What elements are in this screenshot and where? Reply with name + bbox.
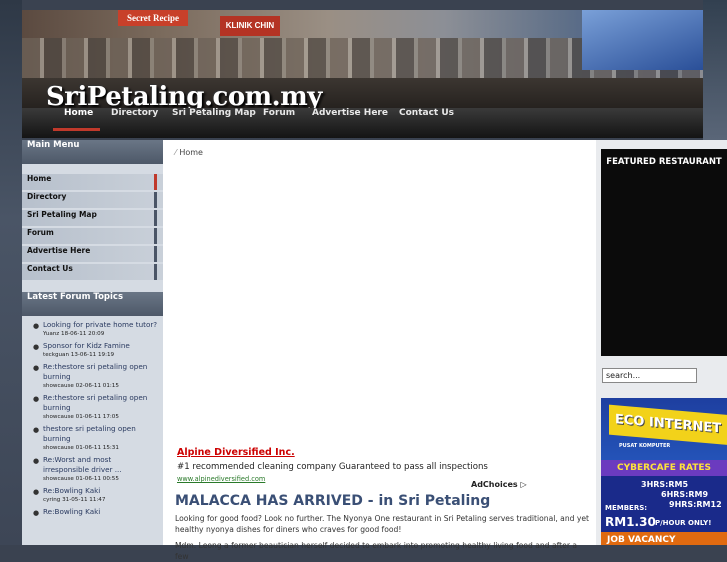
forum-topic-link[interactable]: Sponsor for Kidz Famine [43, 341, 159, 351]
promo-rate-3hrs: 3HRS:RM5 [641, 480, 689, 489]
adchoices-icon: ▷ [520, 480, 527, 489]
ad-url-link[interactable]: www.alpinediversified.com [177, 475, 265, 483]
forum-topic-link[interactable]: Re:Bowling Kaki [43, 507, 159, 517]
forum-topic-meta: showcause 01-06-11 00:55 [43, 476, 119, 482]
nav-advertise-here[interactable]: Advertise Here [312, 108, 388, 138]
menu-item-forum[interactable]: Forum [22, 228, 163, 244]
list-item: ● Looking for private home tutor? Yuanz … [28, 320, 159, 338]
forum-topic-link[interactable]: Looking for private home tutor? [43, 320, 159, 330]
menu-item-contact-us[interactable]: Contact Us [22, 264, 163, 280]
menu-item-label: Home [27, 174, 52, 183]
article-paragraph: Looking for good food? Look no further. … [175, 514, 590, 534]
list-item: ● thestore sri petaling open burning sho… [28, 424, 159, 452]
promo-rate-6hrs: 6HRS:RM9 [661, 490, 709, 499]
list-item: ● Re:thestore sri petaling open burning … [28, 393, 159, 421]
forum-topic-meta: teckguan 13-06-11 19:19 [43, 352, 115, 358]
forum-heading: Latest Forum Topics [22, 292, 163, 316]
bullet-icon: ● [33, 343, 40, 351]
promo-rates-heading: CYBERCAFE RATES [601, 460, 727, 476]
menu-item-label: Contact Us [27, 264, 73, 273]
bullet-icon: ● [33, 395, 40, 403]
featured-restaurant-label: FEATURED RESTAURANT [606, 157, 722, 167]
nav-forum[interactable]: Forum [263, 108, 295, 138]
menu-item-marker [154, 264, 157, 280]
forum-topic-link[interactable]: Re:thestore sri petaling open burning [43, 393, 159, 413]
nav-home[interactable]: Home [64, 108, 93, 138]
forum-topic-meta: cyring 31-05-11 11:47 [43, 497, 106, 503]
promo-job-vacancy: JOB VACANCY [601, 532, 727, 545]
bullet-icon: ● [33, 426, 40, 434]
bullet-icon: ● [33, 488, 40, 496]
list-item: ● Re:thestore sri petaling open burning … [28, 362, 159, 390]
bullet-icon: ● [33, 322, 40, 330]
nav-contact-us[interactable]: Contact Us [399, 108, 454, 138]
menu-item-marker [154, 210, 157, 226]
menu-item-advertise-here[interactable]: Advertise Here [22, 246, 163, 262]
adchoices-label: AdChoices [471, 480, 518, 489]
left-sidebar: Main Menu Home Directory Sri Petaling Ma… [22, 140, 163, 545]
page-background-left [0, 0, 22, 545]
adchoices-button[interactable]: AdChoices ▷ [471, 480, 527, 489]
main-content: ⁄ Home Alpine Diversified Inc. #1 recomme… [163, 140, 596, 561]
nav-active-indicator [53, 128, 100, 131]
ad-title-link[interactable]: Alpine Diversified Inc. [177, 447, 295, 458]
forum-topic-meta: showcause 02-06-11 01:15 [43, 383, 119, 389]
forum-topic-meta: Yuanz 18-06-11 20:09 [43, 331, 105, 337]
list-item: ● Sponsor for Kidz Famine teckguan 13-06… [28, 341, 159, 359]
menu-item-label: Sri Petaling Map [27, 210, 97, 219]
article-body: Looking for good food? Look no further. … [175, 514, 590, 562]
article-paragraph: Mdm. Leong a former beautician herself d… [175, 541, 578, 561]
breadcrumb: ⁄ Home [175, 148, 203, 157]
menu-item-label: Directory [27, 192, 67, 201]
forum-topic-link[interactable]: Re:thestore sri petaling open burning [43, 362, 159, 382]
promo-pusat-text: PUSAT KOMPUTER [619, 443, 671, 449]
featured-restaurant-panel[interactable]: FEATURED RESTAURANT [601, 149, 727, 356]
main-menu-heading: Main Menu [22, 140, 163, 164]
bullet-icon: ● [33, 364, 40, 372]
nav-directory[interactable]: Directory [111, 108, 158, 138]
banner-sign-secret-recipe: Secret Recipe [118, 10, 188, 26]
breadcrumb-arrow-icon: ⁄ [175, 148, 177, 157]
page-background-right [703, 0, 727, 140]
menu-item-label: Forum [27, 228, 54, 237]
forum-topic-meta: showcause 01-06-11 17:05 [43, 414, 119, 420]
search-input[interactable] [602, 368, 697, 383]
list-item: ● Re:Bowling Kaki cyring 31-05-11 11:47 [28, 486, 159, 504]
banner-sky [582, 10, 703, 70]
menu-item-directory[interactable]: Directory [22, 192, 163, 208]
banner-sign-klinik: KLINIK CHIN [220, 16, 280, 36]
cybercafe-ad-banner[interactable]: ECO INTERNET PUSAT KOMPUTER CYBERCAFE RA… [601, 398, 727, 545]
breadcrumb-home-link[interactable]: Home [179, 148, 203, 157]
menu-item-marker [154, 246, 157, 262]
right-sidebar: FEATURED RESTAURANT ECO INTERNET PUSAT K… [596, 140, 727, 545]
bullet-icon: ● [33, 457, 40, 465]
article-title[interactable]: MALACCA HAS ARRIVED - in Sri Petaling [175, 493, 490, 509]
menu-item-marker [154, 174, 157, 190]
menu-item-home[interactable]: Home [22, 174, 163, 190]
ad-description: #1 recommended cleaning company Guarante… [177, 462, 488, 472]
menu-item-sri-petaling-map[interactable]: Sri Petaling Map [22, 210, 163, 226]
nav-sri-petaling-map[interactable]: Sri Petaling Map [172, 108, 256, 138]
forum-topic-list: ● Looking for private home tutor? Yuanz … [22, 316, 163, 517]
promo-per-hour: P/HOUR ONLY! [655, 519, 712, 527]
forum-topic-link[interactable]: thestore sri petaling open burning [43, 424, 159, 444]
list-item: ● Re:Worst and most irresponsible driver… [28, 455, 159, 483]
top-nav: Home Directory Sri Petaling Map Forum Ad… [22, 108, 703, 138]
promo-rate-9hrs: 9HRS:RM12 [669, 500, 722, 509]
promo-price: RM1.30 [605, 515, 656, 529]
forum-topic-link[interactable]: Re:Worst and most irresponsible driver .… [43, 455, 159, 475]
menu-item-label: Advertise Here [27, 246, 91, 255]
forum-topic-meta: showcause 01-06-11 15:31 [43, 445, 119, 451]
menu-item-marker [154, 192, 157, 208]
promo-members-label: MEMBERS: [605, 504, 648, 512]
list-item: ● Re:Bowling Kaki [28, 507, 159, 517]
forum-topic-link[interactable]: Re:Bowling Kaki [43, 486, 159, 496]
bullet-icon: ● [33, 509, 40, 517]
menu-item-marker [154, 228, 157, 244]
